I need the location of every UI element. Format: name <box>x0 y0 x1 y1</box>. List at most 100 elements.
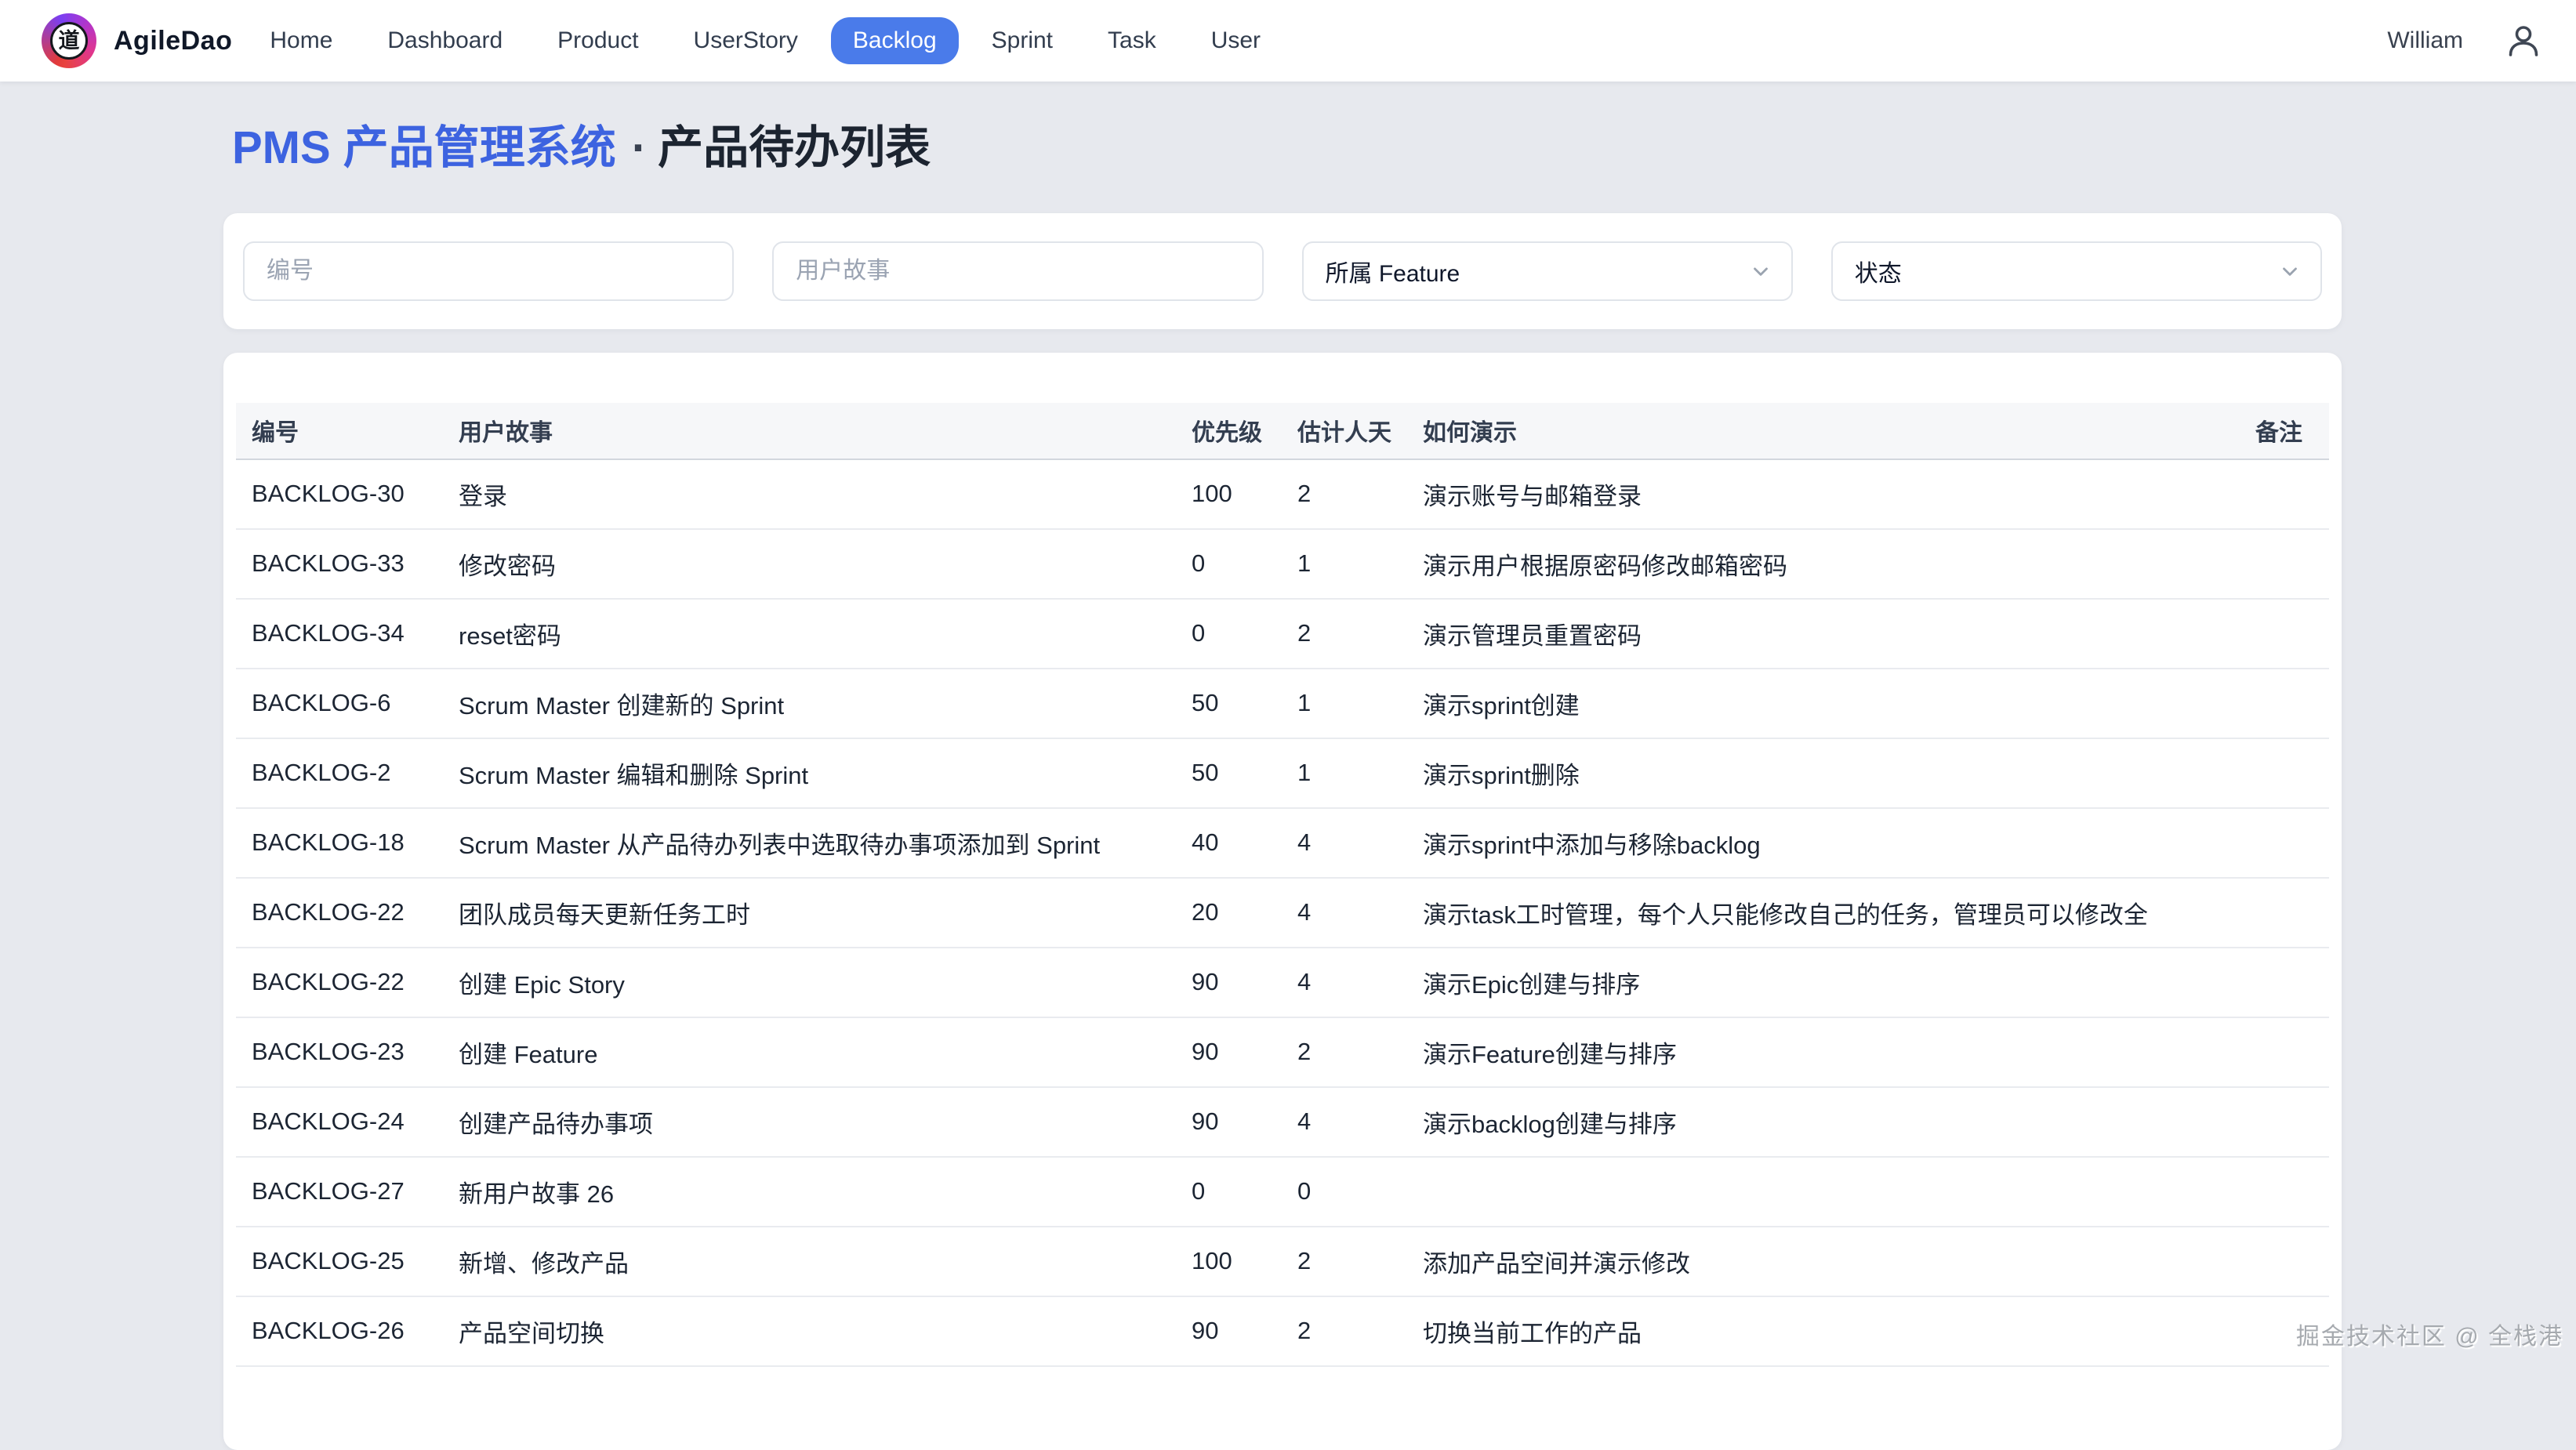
cell-days: 2 <box>1282 1296 1407 1366</box>
cell-priority: 100 <box>1176 1227 1282 1296</box>
cell-story: Scrum Master 创建新的 Sprint <box>443 669 1176 738</box>
feature-select[interactable]: 所属 Feature <box>1302 241 1793 301</box>
column-header-days: 估计人天 <box>1282 403 1407 459</box>
cell-priority: 90 <box>1176 1296 1282 1366</box>
cell-id: BACKLOG-22 <box>236 948 443 1017</box>
cell-demo: 添加产品空间并演示修改 <box>1407 1227 2148 1296</box>
cell-days: 2 <box>1282 599 1407 669</box>
cell-priority: 0 <box>1176 529 1282 599</box>
nav-item[interactable]: UserStory <box>672 17 820 64</box>
cell-demo: 演示backlog创建与排序 <box>1407 1087 2148 1157</box>
page-title-section: 产品待办列表 <box>658 122 931 173</box>
cell-demo: 演示管理员重置密码 <box>1407 599 2148 669</box>
cell-priority: 50 <box>1176 669 1282 738</box>
cell-id: BACKLOG-23 <box>236 1017 443 1087</box>
table-row: BACKLOG-25 新增、修改产品 100 2 添加产品空间并演示修改 <box>236 1227 2329 1296</box>
cell-id: BACKLOG-18 <box>236 808 443 878</box>
backlog-table-card: 编号 用户故事 优先级 估计人天 如何演示 备注 BACKLOG-30 登录 1… <box>223 353 2342 1450</box>
cell-demo: 演示sprint删除 <box>1407 738 2148 808</box>
nav-item[interactable]: Backlog <box>831 17 959 64</box>
cell-id: BACKLOG-30 <box>236 459 443 529</box>
nav-item[interactable]: Dashboard <box>365 17 524 64</box>
top-navbar: 道 AgileDao Home Dashboard Product UserSt… <box>0 0 2576 82</box>
cell-days: 1 <box>1282 738 1407 808</box>
cell-note <box>2148 529 2329 599</box>
filter-bar: 所属 Feature 状态 <box>223 213 2342 329</box>
table-row: BACKLOG-18 Scrum Master 从产品待办列表中选取待办事项添加… <box>236 808 2329 878</box>
cell-note <box>2148 1227 2329 1296</box>
cell-id: BACKLOG-22 <box>236 878 443 948</box>
id-filter-input[interactable] <box>243 241 734 301</box>
cell-demo <box>1407 1157 2148 1227</box>
column-header-demo: 如何演示 <box>1407 403 2148 459</box>
cell-id: BACKLOG-27 <box>236 1157 443 1227</box>
table-row: BACKLOG-22 团队成员每天更新任务工时 20 4 演示task工时管理，… <box>236 878 2329 948</box>
person-icon[interactable] <box>2505 23 2542 59</box>
nav-item[interactable]: Home <box>248 17 354 64</box>
cell-priority: 50 <box>1176 738 1282 808</box>
cell-id: BACKLOG-25 <box>236 1227 443 1296</box>
nav-item[interactable]: Sprint <box>970 17 1075 64</box>
cell-priority: 0 <box>1176 599 1282 669</box>
cell-demo: 切换当前工作的产品 <box>1407 1296 2148 1366</box>
column-header-id: 编号 <box>236 403 443 459</box>
cell-story: Scrum Master 编辑和删除 Sprint <box>443 738 1176 808</box>
cell-days: 2 <box>1282 459 1407 529</box>
watermark: 掘金技术社区 @ 全栈港 <box>2296 1317 2563 1351</box>
cell-story: 登录 <box>443 459 1176 529</box>
backlog-table: 编号 用户故事 优先级 估计人天 如何演示 备注 BACKLOG-30 登录 1… <box>236 403 2329 1367</box>
cell-priority: 90 <box>1176 1017 1282 1087</box>
cell-id: BACKLOG-33 <box>236 529 443 599</box>
cell-story: 产品空间切换 <box>443 1296 1176 1366</box>
chevron-down-icon <box>2278 259 2302 283</box>
cell-id: BACKLOG-34 <box>236 599 443 669</box>
column-header-note: 备注 <box>2148 403 2329 459</box>
cell-demo: 演示Feature创建与排序 <box>1407 1017 2148 1087</box>
nav-item[interactable]: Task <box>1086 17 1178 64</box>
brand-logo[interactable]: 道 <box>42 13 96 68</box>
table-row: BACKLOG-33 修改密码 0 1 演示用户根据原密码修改邮箱密码 <box>236 529 2329 599</box>
cell-note <box>2148 948 2329 1017</box>
cell-story: 创建 Feature <box>443 1017 1176 1087</box>
cell-note <box>2148 878 2329 948</box>
table-row: BACKLOG-2 Scrum Master 编辑和删除 Sprint 50 1… <box>236 738 2329 808</box>
cell-demo: 演示sprint创建 <box>1407 669 2148 738</box>
nav-item[interactable]: User <box>1189 17 1283 64</box>
page-title-separator: · <box>632 122 647 173</box>
table-header-row: 编号 用户故事 优先级 估计人天 如何演示 备注 <box>236 403 2329 459</box>
table-row: BACKLOG-34 reset密码 0 2 演示管理员重置密码 <box>236 599 2329 669</box>
cell-demo: 演示task工时管理，每个人只能修改自己的任务，管理员可以修改全部 <box>1407 878 2148 948</box>
cell-demo: 演示Epic创建与排序 <box>1407 948 2148 1017</box>
chevron-down-icon <box>1749 259 1772 283</box>
cell-story: 修改密码 <box>443 529 1176 599</box>
cell-story: 团队成员每天更新任务工时 <box>443 878 1176 948</box>
cell-priority: 90 <box>1176 948 1282 1017</box>
cell-note <box>2148 1017 2329 1087</box>
cell-note <box>2148 738 2329 808</box>
cell-days: 1 <box>1282 529 1407 599</box>
logo-glyph: 道 <box>50 22 88 60</box>
status-select[interactable]: 状态 <box>1831 241 2322 301</box>
cell-note <box>2148 808 2329 878</box>
nav-item[interactable]: Product <box>535 17 660 64</box>
table-row: BACKLOG-30 登录 100 2 演示账号与邮箱登录 <box>236 459 2329 529</box>
cell-demo: 演示账号与邮箱登录 <box>1407 459 2148 529</box>
cell-note <box>2148 1087 2329 1157</box>
cell-days: 1 <box>1282 669 1407 738</box>
story-filter-input[interactable] <box>772 241 1263 301</box>
column-header-story: 用户故事 <box>443 403 1176 459</box>
cell-priority: 20 <box>1176 878 1282 948</box>
user-area: William <box>2387 23 2552 59</box>
cell-demo: 演示用户根据原密码修改邮箱密码 <box>1407 529 2148 599</box>
cell-demo: 演示sprint中添加与移除backlog <box>1407 808 2148 878</box>
table-row: BACKLOG-26 产品空间切换 90 2 切换当前工作的产品 <box>236 1296 2329 1366</box>
cell-days: 4 <box>1282 878 1407 948</box>
user-name[interactable]: William <box>2387 27 2463 54</box>
page-title: PMS 产品管理系统 ·产品待办列表 <box>232 121 2576 176</box>
cell-story: 创建产品待办事项 <box>443 1087 1176 1157</box>
cell-days: 4 <box>1282 948 1407 1017</box>
page-title-system: PMS 产品管理系统 <box>232 122 616 173</box>
cell-priority: 40 <box>1176 808 1282 878</box>
table-row: BACKLOG-6 Scrum Master 创建新的 Sprint 50 1 … <box>236 669 2329 738</box>
cell-story: reset密码 <box>443 599 1176 669</box>
